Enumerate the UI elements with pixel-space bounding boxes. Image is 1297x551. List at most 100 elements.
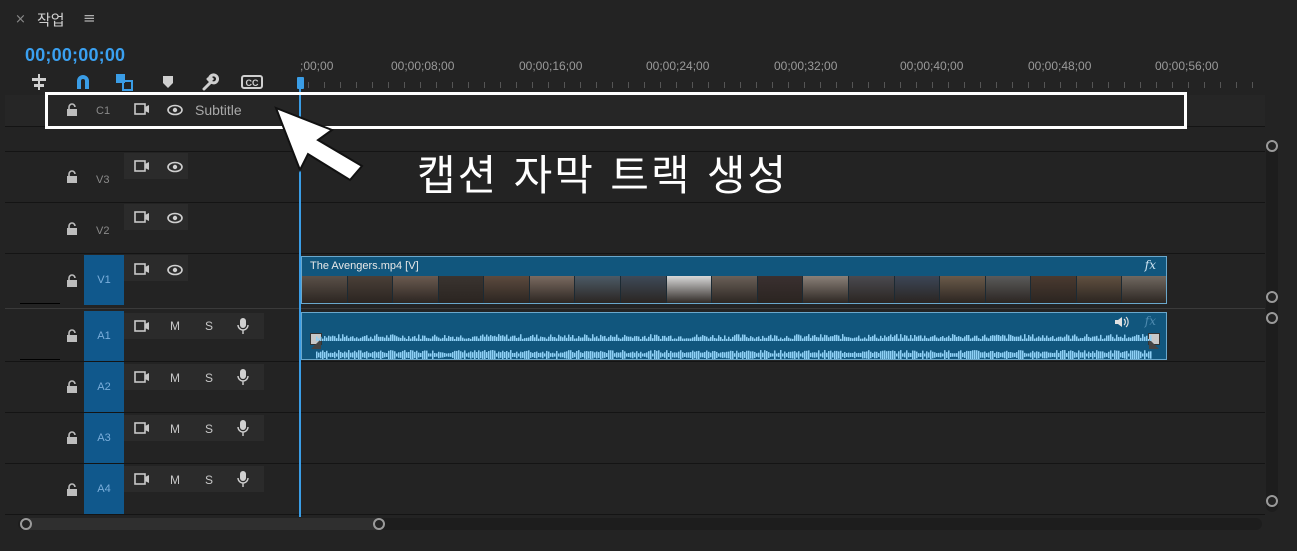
add-marker-icon[interactable]	[157, 72, 179, 92]
waveform-bar	[1014, 336, 1016, 341]
waveform-bar	[1016, 352, 1018, 358]
vscroll-handle-bottom[interactable]	[1266, 495, 1278, 507]
waveform-bar	[514, 352, 516, 358]
microphone-icon[interactable]	[234, 316, 252, 336]
waveform-bar	[1070, 338, 1072, 341]
waveform-bar	[1110, 350, 1112, 359]
vscroll-handle-top[interactable]	[1266, 312, 1278, 324]
waveform-bar	[710, 352, 712, 358]
toggle-sync-lock-icon[interactable]	[132, 317, 152, 335]
solo-button[interactable]: S	[205, 473, 213, 487]
insert-sequence-icon[interactable]	[28, 72, 50, 92]
vscroll-handle-bottom[interactable]	[1266, 291, 1278, 303]
audio-clip[interactable]: fx	[301, 312, 1167, 360]
source-patch-v1[interactable]: V1	[84, 255, 124, 305]
video-clip[interactable]: The Avengers.mp4 [V] fx	[301, 256, 1167, 304]
source-patch-a3[interactable]: A3	[84, 413, 124, 463]
waveform-bar	[1060, 336, 1062, 341]
waveform-bar	[522, 352, 524, 358]
waveform-bar	[688, 352, 690, 358]
panel-menu-icon[interactable]: ≡	[83, 9, 96, 27]
waveform-bar	[1118, 350, 1120, 359]
source-patch-a2[interactable]: A2	[84, 362, 124, 412]
waveform-bar	[886, 337, 888, 341]
toggle-sync-lock-icon[interactable]	[132, 157, 152, 175]
solo-button[interactable]: S	[205, 422, 213, 436]
waveform-bar	[470, 338, 472, 341]
toggle-sync-lock-icon[interactable]	[132, 419, 152, 437]
waveform-bar	[872, 335, 874, 341]
eye-icon[interactable]	[165, 261, 185, 279]
waveform-bar	[988, 352, 990, 358]
eye-icon[interactable]	[165, 158, 185, 176]
lock-icon[interactable]	[63, 377, 81, 395]
playhead-timecode[interactable]: 00;00;00;00	[25, 45, 125, 66]
waveform-bar	[872, 352, 874, 358]
waveform-bar	[874, 334, 876, 341]
waveform-bar	[826, 335, 828, 341]
microphone-icon[interactable]	[234, 418, 252, 438]
waveform-bar	[328, 353, 330, 357]
timeline-settings-wrench-icon[interactable]	[199, 72, 221, 92]
waveform-bar	[784, 337, 786, 341]
waveform-bar	[536, 351, 538, 359]
waveform-bar	[344, 336, 346, 341]
lock-icon[interactable]	[63, 167, 81, 185]
waveform-bar	[1132, 336, 1134, 341]
source-patch-a1[interactable]: A1	[84, 311, 124, 361]
waveform-bar	[1022, 338, 1024, 341]
video-thumbnail	[302, 276, 348, 303]
waveform-bar	[550, 353, 552, 357]
waveform-bar	[954, 334, 956, 341]
lock-icon[interactable]	[63, 219, 81, 237]
lock-icon[interactable]	[63, 271, 81, 289]
waveform-bar	[918, 335, 920, 341]
snap-magnet-icon[interactable]	[72, 72, 94, 92]
solo-button[interactable]: S	[205, 371, 213, 385]
waveform-bar	[594, 337, 596, 341]
toggle-sync-lock-icon[interactable]	[132, 208, 152, 226]
mute-button[interactable]: M	[170, 371, 180, 385]
hscroll-handle-right[interactable]	[373, 518, 385, 530]
lock-icon[interactable]	[63, 326, 81, 344]
waveform-bar	[1106, 335, 1108, 341]
linked-selection-icon[interactable]	[113, 72, 135, 92]
mute-button[interactable]: M	[170, 473, 180, 487]
waveform-bar	[1006, 350, 1008, 359]
track-id-v3[interactable]: V3	[96, 174, 109, 186]
video-thumbnail	[1031, 276, 1077, 303]
waveform-bar	[608, 337, 610, 341]
waveform-bar	[476, 352, 478, 358]
solo-button[interactable]: S	[205, 319, 213, 333]
hscroll-thumb[interactable]	[22, 518, 382, 530]
waveform-bar	[382, 351, 384, 359]
vscroll-handle-top[interactable]	[1266, 140, 1278, 152]
mute-button[interactable]: M	[170, 319, 180, 333]
lock-icon[interactable]	[63, 480, 81, 498]
track-id-v2[interactable]: V2	[96, 225, 109, 237]
captions-cc-icon[interactable]: CC	[241, 72, 263, 92]
source-patch-a4[interactable]: A4	[84, 464, 124, 514]
waveform-bar	[948, 335, 950, 341]
waveform-bar	[602, 351, 604, 359]
waveform-bar	[316, 336, 318, 341]
toggle-sync-lock-icon[interactable]	[132, 260, 152, 278]
microphone-icon[interactable]	[234, 367, 252, 387]
microphone-icon[interactable]	[234, 469, 252, 489]
hscroll-handle-left[interactable]	[20, 518, 32, 530]
waveform-bar	[574, 338, 576, 341]
mute-button[interactable]: M	[170, 422, 180, 436]
toggle-sync-lock-icon[interactable]	[132, 368, 152, 386]
eye-icon[interactable]	[165, 209, 185, 227]
close-panel-button[interactable]: ×	[15, 12, 26, 27]
video-thumbnail	[393, 276, 439, 303]
vertical-scrollbar[interactable]	[1266, 140, 1278, 512]
playhead-handle[interactable]	[297, 77, 304, 89]
video-thumbnail	[621, 276, 667, 303]
waveform-bar	[510, 336, 512, 341]
lock-icon[interactable]	[63, 428, 81, 446]
toggle-sync-lock-icon[interactable]	[132, 470, 152, 488]
time-ruler[interactable]: ;00;00 00;00;08;00 00;00;16;00 00;00;24;…	[300, 55, 1264, 95]
waveform-bar	[516, 351, 518, 359]
waveform-bar	[938, 338, 940, 341]
